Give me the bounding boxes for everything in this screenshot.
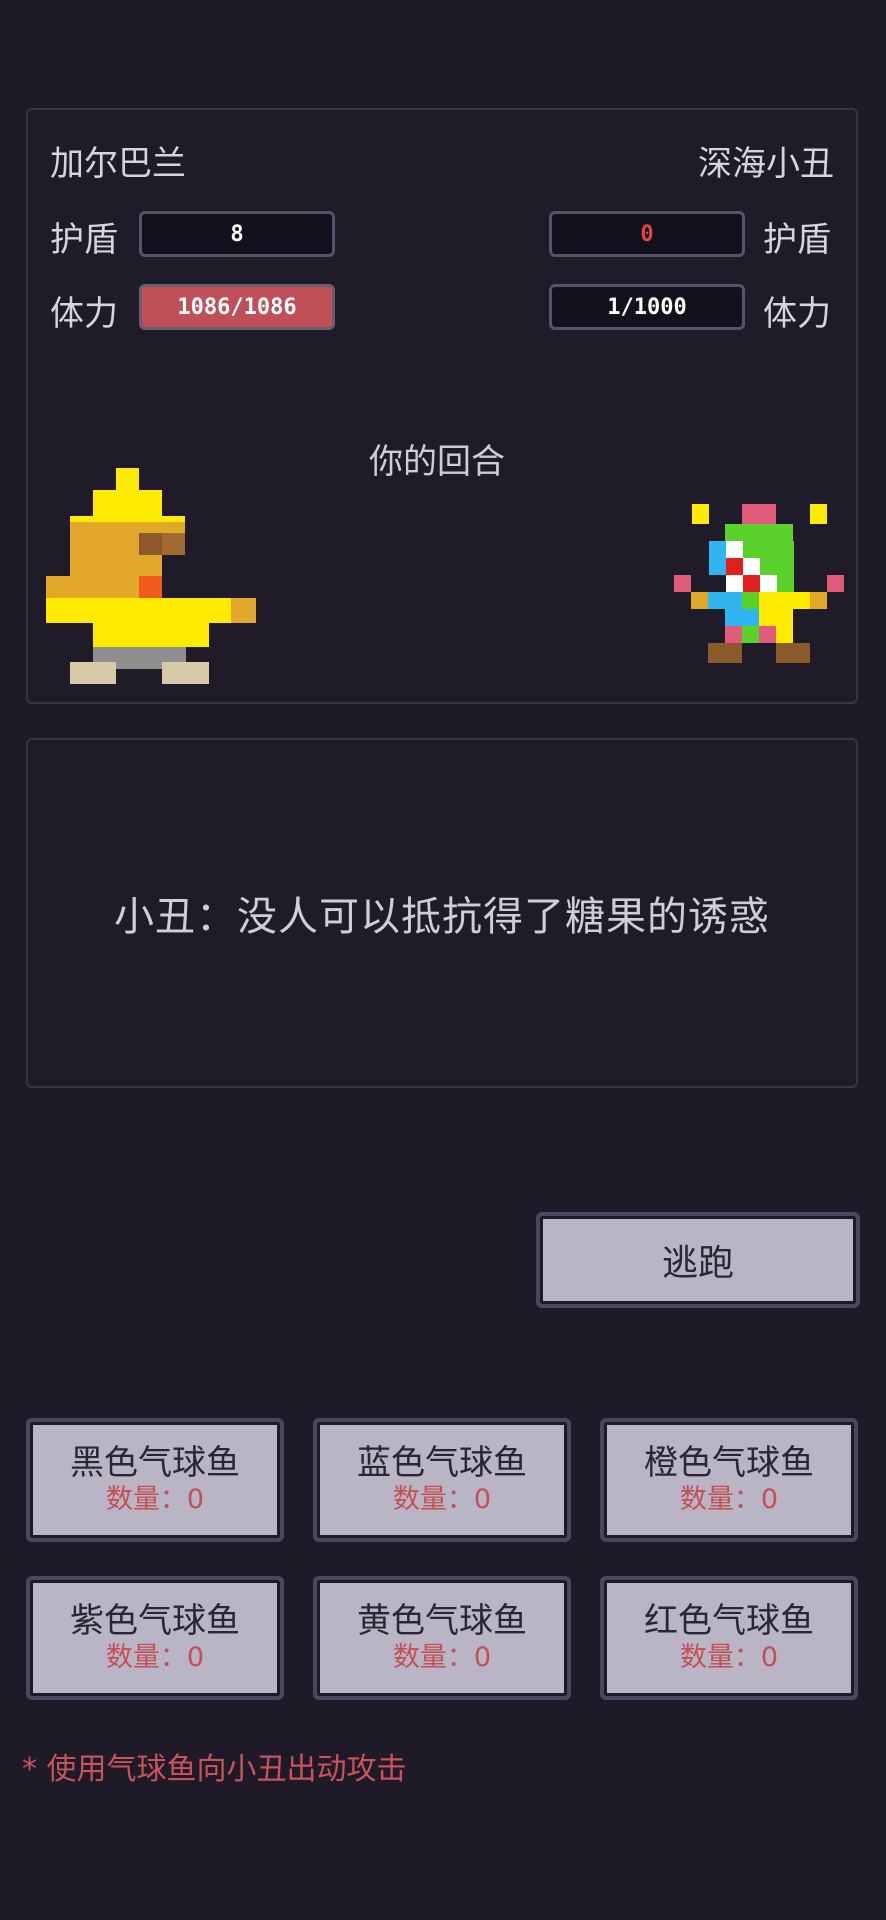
fish-button-red[interactable]: 红色气球鱼 数量：0 <box>600 1576 858 1700</box>
bird-hero-sprite <box>46 468 256 684</box>
fish-button-blue[interactable]: 蓝色气球鱼 数量：0 <box>313 1418 571 1542</box>
fish-name: 蓝色气球鱼 <box>357 1443 527 1483</box>
flee-button-label: 逃跑 <box>661 1243 734 1284</box>
enemy-shield-label: 护盾 <box>763 220 831 260</box>
enemy-name: 深海小丑 <box>698 144 834 184</box>
enemy-hp-label: 体力 <box>763 294 831 334</box>
dialog-panel: 小丑：没人可以抵抗得了糖果的诱惑 <box>26 738 858 1088</box>
fish-name: 橙色气球鱼 <box>644 1443 814 1483</box>
player-shield-label: 护盾 <box>50 220 118 260</box>
fish-name: 紫色气球鱼 <box>70 1601 240 1641</box>
fish-count: 数量：0 <box>679 1642 779 1673</box>
fish-name: 黄色气球鱼 <box>357 1601 527 1641</box>
player-shield-value: 8 <box>230 221 244 247</box>
enemy-hp-value: 1/1000 <box>607 294 687 320</box>
fish-button-purple[interactable]: 紫色气球鱼 数量：0 <box>26 1576 284 1700</box>
fish-name: 黑色气球鱼 <box>70 1443 240 1483</box>
fish-button-orange[interactable]: 橙色气球鱼 数量：0 <box>600 1418 858 1542</box>
enemy-hp-bar: 1/1000 <box>549 284 745 330</box>
fish-count: 数量：0 <box>392 1484 492 1515</box>
fish-count: 数量：0 <box>392 1642 492 1673</box>
dialog-text: 小丑：没人可以抵抗得了糖果的诱惑 <box>114 894 770 940</box>
flee-button[interactable]: 逃跑 <box>536 1212 860 1308</box>
fish-button-yellow[interactable]: 黄色气球鱼 数量：0 <box>313 1576 571 1700</box>
turn-indicator: 你的回合 <box>369 442 505 482</box>
player-hp-label: 体力 <box>50 294 118 334</box>
fish-button-black[interactable]: 黑色气球鱼 数量：0 <box>26 1418 284 1542</box>
fish-count: 数量：0 <box>679 1484 779 1515</box>
attack-hint: * 使用气球鱼向小丑出动攻击 <box>22 1752 407 1787</box>
enemy-shield-bar: 0 <box>549 211 745 257</box>
player-shield-bar: 8 <box>139 211 335 257</box>
player-hp-value: 1086/1086 <box>177 294 297 320</box>
fish-count: 数量：0 <box>105 1484 205 1515</box>
player-hp-bar: 1086/1086 <box>139 284 335 330</box>
fish-count: 数量：0 <box>105 1642 205 1673</box>
enemy-shield-value: 0 <box>640 221 654 247</box>
player-name: 加尔巴兰 <box>50 144 186 184</box>
clown-sprite <box>674 504 844 663</box>
fish-name: 红色气球鱼 <box>644 1601 814 1641</box>
